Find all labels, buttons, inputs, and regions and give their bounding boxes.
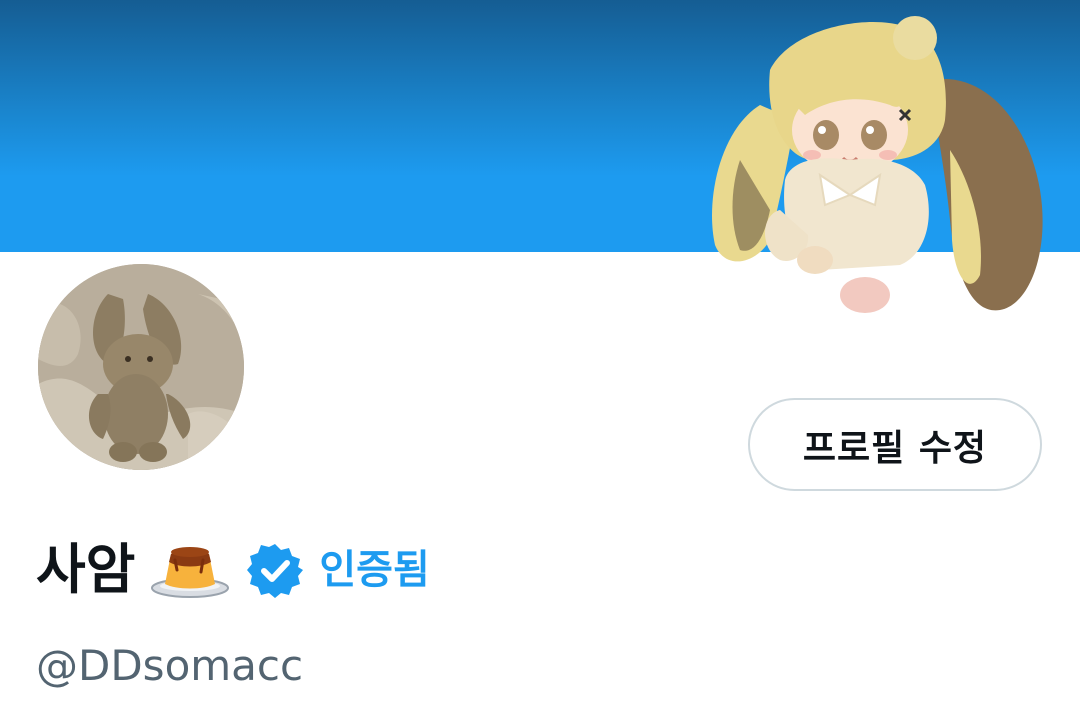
display-name: 사암 (36, 538, 136, 601)
profile-name-row: 사암 인증됨 (36, 530, 430, 610)
profile-page: 프로필 수정 사암 인증됨 @DDsomacc (0, 0, 1080, 720)
pudding-icon (151, 547, 230, 598)
verified-badge-icon[interactable] (247, 542, 304, 598)
user-handle: @DDsomacc (36, 641, 304, 690)
profile-avatar[interactable] (38, 264, 244, 470)
bunny-plush-photo (38, 264, 244, 470)
verified-label[interactable]: 인증됨 (319, 550, 429, 590)
edit-profile-button[interactable]: 프로필 수정 (748, 398, 1042, 491)
plush-doll-image (712, 16, 1043, 313)
